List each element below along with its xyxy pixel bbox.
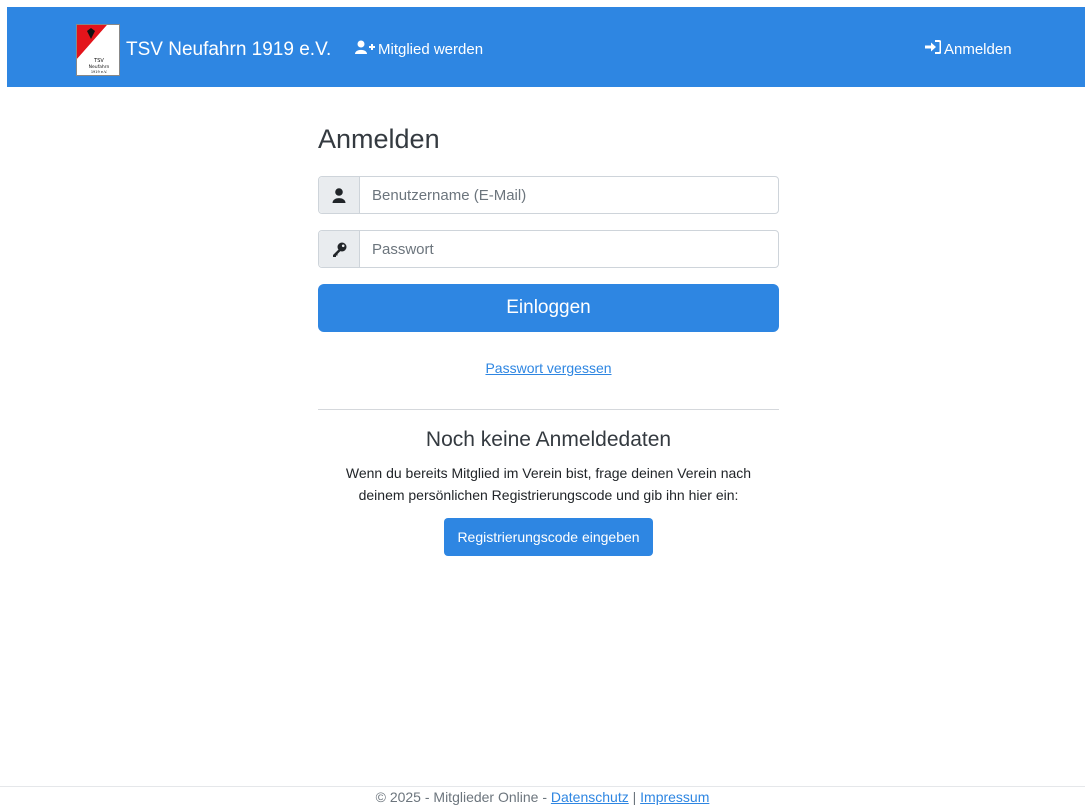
brand-link[interactable]: TSV Neufahrn 1919 e.V. TSV Neufahrn 1919… bbox=[76, 24, 331, 76]
register-button-wrap: Registrierungscode eingeben bbox=[318, 518, 779, 556]
username-group bbox=[318, 176, 779, 214]
register-text: Wenn du bereits Mitglied im Verein bist,… bbox=[318, 462, 779, 506]
nav-login-label: Anmelden bbox=[944, 40, 1012, 58]
page-title: Anmelden bbox=[318, 124, 440, 154]
top-navbar: TSV Neufahrn 1919 e.V. TSV Neufahrn 1919… bbox=[7, 7, 1085, 87]
password-group bbox=[318, 230, 779, 268]
brand-name: TSV Neufahrn 1919 e.V. bbox=[126, 39, 332, 60]
forgot-container: Passwort vergessen bbox=[318, 360, 779, 376]
registration-code-button[interactable]: Registrierungscode eingeben bbox=[444, 518, 653, 556]
forgot-password-link[interactable]: Passwort vergessen bbox=[485, 360, 611, 376]
sign-in-icon bbox=[925, 40, 944, 58]
register-text-line1: Wenn du bereits Mitglied im Verein bist,… bbox=[345, 465, 752, 481]
logo-text-3: 1919 e.V. bbox=[91, 70, 107, 74]
password-input[interactable] bbox=[360, 231, 778, 267]
footer-separator: | bbox=[628, 789, 641, 805]
nav-member-label: Mitglied werden bbox=[378, 40, 484, 58]
footer-copyright: © 2025 - Mitglieder Online - bbox=[375, 789, 551, 805]
footer: © 2025 - Mitglieder Online - Datenschutz… bbox=[0, 786, 1085, 808]
username-input[interactable] bbox=[360, 177, 778, 213]
club-logo: TSV Neufahrn 1919 e.V. bbox=[76, 24, 120, 76]
login-panel: Anmelden Einloggen Passwort vergessen No… bbox=[318, 120, 779, 556]
nav-member-link[interactable]: Mitglied werden bbox=[355, 40, 483, 58]
key-icon bbox=[319, 231, 360, 267]
imprint-link[interactable]: Impressum bbox=[640, 789, 709, 805]
logo-text-1: TSV bbox=[93, 58, 104, 64]
login-button[interactable]: Einloggen bbox=[318, 284, 779, 332]
privacy-link[interactable]: Datenschutz bbox=[551, 789, 629, 805]
divider bbox=[318, 409, 779, 410]
register-title: Noch keine Anmeldedaten bbox=[425, 428, 672, 451]
register-text-line2: deinem persönlichen Registrierungscode u… bbox=[358, 487, 739, 503]
user-plus-icon bbox=[355, 40, 378, 58]
nav-login-link[interactable]: Anmelden bbox=[925, 40, 1012, 58]
user-icon bbox=[319, 177, 360, 213]
